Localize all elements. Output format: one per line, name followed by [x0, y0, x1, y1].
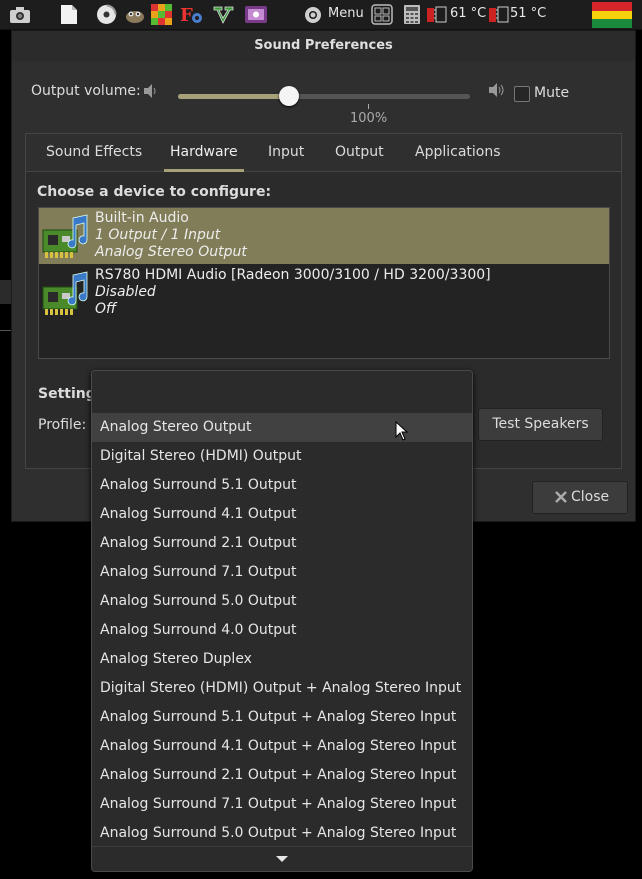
disc-icon[interactable]	[94, 4, 118, 25]
close-button-label: Close	[571, 489, 610, 505]
dropdown-option[interactable]: Analog Surround 4.1 Output	[92, 500, 472, 529]
chevron-down-icon	[276, 856, 288, 862]
tab-output[interactable]: Output	[335, 134, 384, 171]
device-row-built-in-audio[interactable]: Built-in Audio 1 Output / 1 Input Analog…	[39, 208, 609, 264]
font-settings-icon[interactable]: F	[178, 4, 204, 25]
device-name: RS780 HDMI Audio [Radeon 3000/3100 / HD …	[95, 267, 491, 283]
media-player-icon[interactable]	[243, 4, 269, 25]
volume-percent-label: 100%	[350, 111, 388, 126]
tab-applications[interactable]: Applications	[415, 134, 501, 171]
volume-100-mark	[368, 104, 369, 109]
palette-icon[interactable]	[150, 4, 172, 25]
dropdown-option[interactable]: Digital Stereo (HDMI) Output	[92, 442, 472, 471]
screenshot-icon[interactable]	[8, 4, 32, 25]
text-file-icon[interactable]	[58, 4, 80, 25]
dropdown-scroll-up-area	[92, 371, 472, 413]
gpu-temp-value: 51 °C	[510, 6, 547, 21]
dropdown-option[interactable]: Analog Stereo Output	[92, 413, 472, 442]
mouse-pointer-icon	[395, 420, 409, 445]
sound-card-icon	[41, 271, 91, 321]
gimp-icon[interactable]	[123, 4, 147, 25]
profile-dropdown-menu: Analog Stereo Output Digital Stereo (HDM…	[91, 370, 473, 872]
device-io-summary: 1 Output / 1 Input	[95, 227, 221, 243]
tab-bar: Sound Effects Hardware Input Output Appl…	[26, 134, 621, 172]
volume-slider-knob[interactable]	[278, 86, 299, 106]
speaker-high-icon	[487, 81, 507, 103]
calculator-icon[interactable]	[401, 4, 423, 25]
dropdown-option[interactable]: Analog Surround 5.1 Output + Analog Ster…	[92, 703, 472, 732]
tab-input[interactable]: Input	[268, 134, 304, 171]
device-row-hdmi-audio[interactable]: RS780 HDMI Audio [Radeon 3000/3100 / HD …	[39, 265, 609, 321]
ubuntu-menu-icon[interactable]	[303, 4, 323, 25]
dropdown-option[interactable]: Analog Surround 5.0 Output + Analog Ster…	[92, 819, 472, 848]
tab-hardware[interactable]: Hardware	[164, 134, 244, 172]
speaker-low-icon	[142, 83, 160, 103]
cpu-temp-icon	[426, 4, 448, 25]
device-list-header: Choose a device to configure:	[37, 184, 272, 200]
dropdown-option[interactable]: Analog Surround 7.1 Output	[92, 558, 472, 587]
dropdown-scroll-down-button[interactable]	[92, 846, 472, 871]
sound-card-icon	[41, 214, 91, 264]
dropdown-option[interactable]: Analog Stereo Duplex	[92, 645, 472, 674]
top-panel: F Menu 61 °C 51 °C	[0, 0, 642, 30]
tab-sound-effects[interactable]: Sound Effects	[46, 134, 142, 171]
dropdown-option[interactable]: Analog Surround 5.1 Output	[92, 471, 472, 500]
dropdown-option[interactable]: Digital Stereo (HDMI) Output + Analog St…	[92, 674, 472, 703]
vim-icon[interactable]	[210, 4, 236, 25]
dropdown-option[interactable]: Analog Surround 4.1 Output + Analog Ster…	[92, 732, 472, 761]
dropdown-option[interactable]: Analog Surround 5.0 Output	[92, 587, 472, 616]
device-profile: Off	[95, 301, 117, 317]
svg-text:F: F	[180, 5, 193, 25]
gpu-temp-icon	[488, 4, 510, 25]
cpu-temp-value: 61 °C	[450, 6, 487, 21]
volume-slider-fill	[178, 94, 289, 99]
device-list: Built-in Audio 1 Output / 1 Input Analog…	[38, 207, 610, 359]
dropdown-option[interactable]: Analog Surround 2.1 Output	[92, 529, 472, 558]
menu-label[interactable]: Menu	[328, 6, 364, 21]
mute-label: Mute	[534, 85, 570, 101]
dialog-title: Sound Preferences	[12, 31, 635, 61]
close-button[interactable]: Close	[532, 481, 628, 514]
workspace-switcher-icon[interactable]	[370, 4, 394, 25]
dropdown-option[interactable]: Analog Surround 7.1 Output + Analog Ster…	[92, 790, 472, 819]
mute-checkbox[interactable]	[514, 86, 530, 102]
output-volume-label: Output volume:	[31, 83, 141, 99]
test-speakers-button[interactable]: Test Speakers	[478, 408, 603, 441]
dropdown-option[interactable]: Analog Surround 2.1 Output + Analog Ster…	[92, 761, 472, 790]
device-profile: Analog Stereo Output	[95, 244, 247, 260]
close-icon	[555, 482, 567, 525]
dropdown-option[interactable]: Analog Surround 4.0 Output	[92, 616, 472, 645]
device-io-summary: Disabled	[95, 284, 156, 300]
volume-slider[interactable]	[178, 86, 470, 106]
settings-header: Setting	[38, 386, 96, 402]
profile-label: Profile:	[38, 417, 87, 433]
keyboard-layout-flag-icon[interactable]	[592, 2, 632, 28]
device-name: Built-in Audio	[95, 210, 189, 226]
